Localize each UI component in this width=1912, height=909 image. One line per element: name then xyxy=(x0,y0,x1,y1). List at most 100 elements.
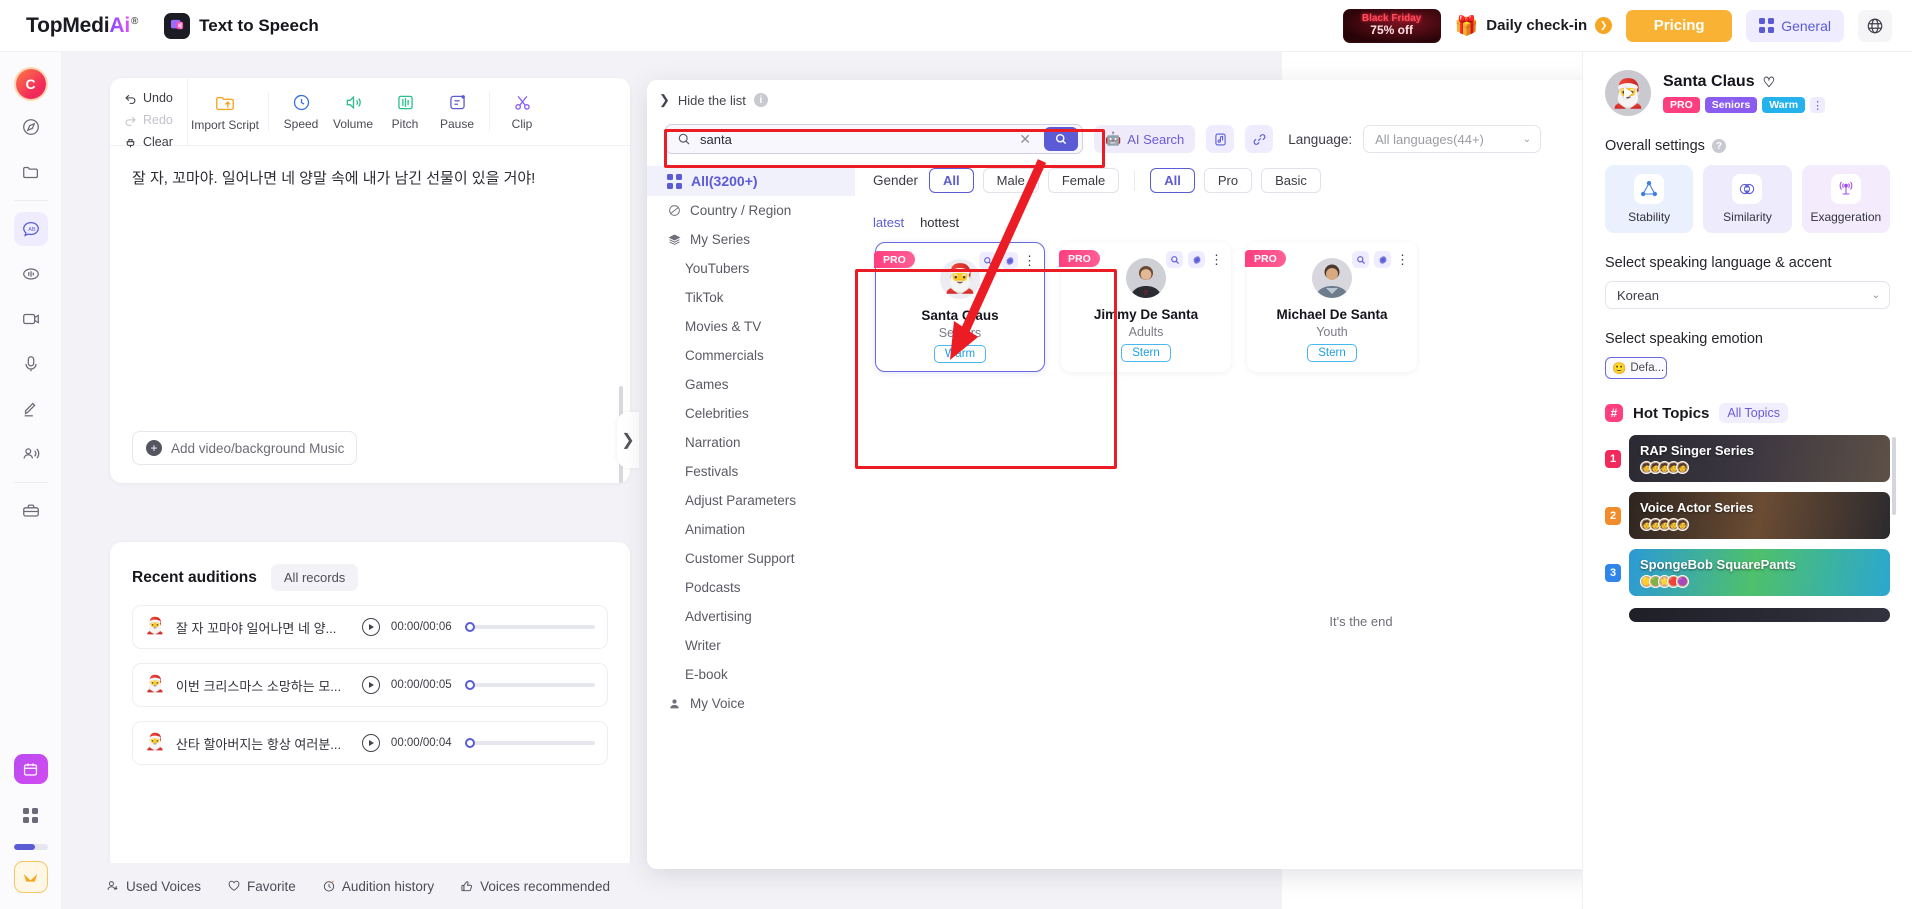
upgrade-crown-button[interactable] xyxy=(13,861,48,893)
clear-search-icon[interactable]: ✕ xyxy=(1015,131,1035,148)
topic-card[interactable]: SpongeBob SquarePants 🟡 🟢 ⭐ 🔴 🟣 xyxy=(1629,549,1890,596)
tab-audition-history[interactable]: Audition history xyxy=(322,879,434,894)
settings-gear-icon[interactable] xyxy=(1374,251,1391,268)
avatar[interactable]: 🎅 xyxy=(1605,70,1651,116)
calendar-promo-icon[interactable] xyxy=(13,754,48,784)
topic-row[interactable]: 3 SpongeBob SquarePants 🟡 🟢 ⭐ 🔴 🟣 xyxy=(1605,549,1890,596)
language-globe-button[interactable] xyxy=(1858,9,1892,42)
gender-filter-male[interactable]: Male xyxy=(982,168,1039,193)
category-podcasts[interactable]: Podcasts xyxy=(647,573,855,602)
audition-progress-track[interactable] xyxy=(464,738,595,748)
voice-card-jimmy-de-santa[interactable]: PRO ⋮ P Jimmy De Santa Adults Stern xyxy=(1059,242,1231,372)
video-icon[interactable] xyxy=(14,302,48,336)
audition-progress-knob[interactable] xyxy=(464,738,475,748)
general-button[interactable]: General xyxy=(1746,9,1844,42)
pitch-button[interactable]: Pitch xyxy=(379,78,431,145)
gender-filter-female[interactable]: Female xyxy=(1047,168,1120,193)
category-festivals[interactable]: Festivals xyxy=(647,457,855,486)
speaker-person-icon[interactable] xyxy=(14,437,48,471)
tab-used-voices[interactable]: Used Voices xyxy=(106,879,201,894)
play-button[interactable] xyxy=(361,676,380,694)
audition-row[interactable]: 🎅 잘 자 꼬마야 일어나면 네 양... 00:00/00:06 xyxy=(132,605,608,649)
sort-hottest[interactable]: hottest xyxy=(920,215,959,230)
settings-gear-icon[interactable] xyxy=(1188,251,1205,268)
all-records-button[interactable]: All records xyxy=(270,564,359,591)
category-customer-support[interactable]: Customer Support xyxy=(647,544,855,573)
topic-card[interactable] xyxy=(1629,608,1890,622)
voice-card-michael-de-santa[interactable]: PRO ⋮ Michael De Santa Youth Stern xyxy=(1245,242,1417,372)
all-topics-button[interactable]: All Topics xyxy=(1719,403,1788,423)
voice-clone-icon[interactable] xyxy=(14,392,48,426)
speed-button[interactable]: Speed xyxy=(275,78,327,145)
voice-card-santa-claus[interactable]: PRO ⋮ 🎅 Santa Claus Seniors Warm xyxy=(874,242,1045,372)
category-tiktok[interactable]: TikTok xyxy=(647,283,855,312)
audition-progress-knob[interactable] xyxy=(464,622,475,632)
language-select[interactable]: Korean ⌄ xyxy=(1605,281,1890,309)
play-icon[interactable] xyxy=(1618,83,1638,103)
voice-changer-icon[interactable] xyxy=(14,257,48,291)
expand-panel-arrow[interactable]: ❯ xyxy=(617,412,639,468)
category-my-voice[interactable]: My Voice xyxy=(647,689,855,718)
info-icon[interactable]: i xyxy=(753,93,768,107)
topic-row[interactable]: 2 Voice Actor Series 🧑 🧑 🧑 🧑 🧑 xyxy=(1605,492,1890,539)
audition-progress-knob[interactable] xyxy=(464,680,475,690)
tab-voices-recommended[interactable]: Voices recommended xyxy=(460,879,610,894)
setting-similarity[interactable]: Similarity xyxy=(1703,165,1792,233)
explore-icon[interactable] xyxy=(14,110,48,144)
folder-icon[interactable] xyxy=(14,155,48,189)
toolbox-icon[interactable] xyxy=(14,494,48,528)
import-script-button[interactable]: Import Script xyxy=(188,78,262,145)
setting-stability[interactable]: Stability xyxy=(1605,165,1694,233)
emotion-chip-default[interactable]: 🙂 Defa... xyxy=(1605,357,1667,379)
category-movies-tv[interactable]: Movies & TV xyxy=(647,312,855,341)
clip-button[interactable]: Clip xyxy=(496,78,548,145)
audition-progress-track[interactable] xyxy=(464,622,595,632)
category-advertising[interactable]: Advertising xyxy=(647,602,855,631)
category-all[interactable]: All(3200+) xyxy=(647,166,855,196)
volume-button[interactable]: Volume xyxy=(327,78,379,145)
voice-more-options-icon[interactable]: ⋮ xyxy=(1810,97,1826,113)
topic-row-partial[interactable] xyxy=(1605,606,1890,624)
setting-exaggeration[interactable]: Exaggeration xyxy=(1801,165,1890,233)
link-button[interactable] xyxy=(1245,125,1274,153)
preview-search-icon[interactable] xyxy=(979,252,996,269)
search-box[interactable]: ✕ xyxy=(665,124,1083,154)
plan-filter-all[interactable]: All xyxy=(1150,168,1195,193)
redo-button[interactable]: Redo xyxy=(124,109,187,131)
preview-search-icon[interactable] xyxy=(1352,251,1369,268)
tab-favorite[interactable]: Favorite xyxy=(227,879,296,894)
audition-row[interactable]: 🎅 이번 크리스마스 소망하는 모... 00:00/00:05 xyxy=(132,663,608,707)
play-button[interactable] xyxy=(361,734,380,752)
category-youtubers[interactable]: YouTubers xyxy=(647,254,855,283)
topics-scrollbar[interactable] xyxy=(1892,437,1896,515)
category-commercials[interactable]: Commercials xyxy=(647,341,855,370)
audition-row[interactable]: 🎅 산타 할아버지는 항상 여러분... 00:00/00:04 xyxy=(132,721,608,765)
category-celebrities[interactable]: Celebrities xyxy=(647,399,855,428)
audio-file-button[interactable] xyxy=(1206,125,1235,153)
category-country-region[interactable]: Country / Region xyxy=(647,196,855,225)
info-icon[interactable]: ? xyxy=(1711,139,1726,153)
preview-search-icon[interactable] xyxy=(1166,251,1183,268)
settings-gear-icon[interactable] xyxy=(1001,252,1018,269)
apps-grid-icon[interactable] xyxy=(14,798,48,832)
topic-row[interactable]: 1 RAP Singer Series 🧑 🧑 🧑 🧑 🧑 xyxy=(1605,435,1890,482)
category-animation[interactable]: Animation xyxy=(647,515,855,544)
category-writer[interactable]: Writer xyxy=(647,631,855,660)
gender-filter-all[interactable]: All xyxy=(929,168,974,193)
category-adjust-parameters[interactable]: Adjust Parameters xyxy=(647,486,855,515)
more-options-icon[interactable]: ⋮ xyxy=(1023,254,1036,267)
ai-search-button[interactable]: 🤖 AI Search xyxy=(1094,125,1196,153)
play-button[interactable] xyxy=(361,618,380,636)
category-narration[interactable]: Narration xyxy=(647,428,855,457)
topic-card[interactable]: RAP Singer Series 🧑 🧑 🧑 🧑 🧑 xyxy=(1629,435,1890,482)
add-media-button[interactable]: + Add video/background Music xyxy=(132,431,357,465)
more-options-icon[interactable]: ⋮ xyxy=(1396,253,1409,266)
search-input[interactable] xyxy=(700,131,1007,147)
sidebar-item-text-to-speech[interactable]: AB xyxy=(13,212,48,246)
audition-progress-track[interactable] xyxy=(464,680,595,690)
user-avatar[interactable]: C xyxy=(15,69,46,99)
chevron-right-icon[interactable]: ❯ xyxy=(1595,17,1613,34)
category-ebook[interactable]: E-book xyxy=(647,660,855,689)
brand-logo[interactable]: TopMediAi® xyxy=(26,14,138,38)
script-editor-body[interactable]: 잘 자, 꼬마야. 일어나면 네 양말 속에 내가 남긴 선물이 있을 거야! … xyxy=(110,146,630,483)
